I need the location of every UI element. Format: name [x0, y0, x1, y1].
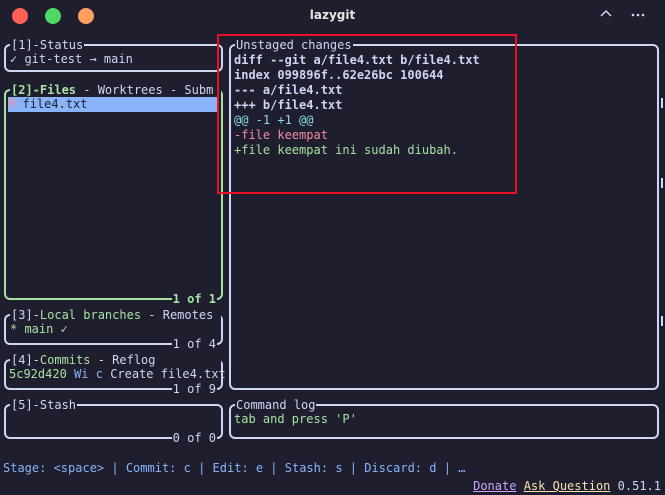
commit-item[interactable]: 5c92d420 Wi c Create file4.txt [9, 367, 226, 382]
more-horizontal-icon[interactable] [630, 6, 646, 26]
commit-mark: c [95, 367, 103, 381]
scrollbar-thumb[interactable] [661, 178, 663, 188]
commit-author: Wi [74, 367, 89, 381]
commits-title-active[interactable]: Commits [40, 353, 91, 367]
version-text: 0.51.1 [617, 479, 661, 493]
files-title-rest[interactable]: - Worktrees - Subm [76, 83, 213, 97]
status-panel[interactable]: [1]-Status ✓ git-test → main [4, 38, 223, 72]
branch-check: ✓ [53, 322, 68, 336]
command-log-text: tab and press 'P' [234, 412, 357, 426]
branches-panel-footer: 1 of 4 [171, 337, 217, 351]
scrollbar-thumb[interactable] [661, 98, 663, 108]
branch-prefix: * [10, 322, 25, 336]
window-title: lazygit [309, 8, 356, 22]
files-panel[interactable]: [2]-Files - Worktrees - Subm M file4.txt… [4, 83, 223, 306]
branches-title-rest[interactable]: - Remotes [141, 308, 213, 322]
branch-name: main [24, 322, 54, 336]
commits-title-rest[interactable]: - Reflog [90, 353, 156, 367]
stash-panel[interactable]: [5]-Stash 0 of 0 [4, 398, 223, 445]
commit-message: Create file4.txt [110, 367, 226, 381]
statusbar-right: Donate Ask Question 0.51.1 [473, 477, 661, 495]
commits-panel-title: [4]-Commits - Reflog [10, 353, 221, 367]
status-text: ✓ git-test → main [10, 52, 133, 66]
branches-panel[interactable]: [3]-Local branches - Remotes * main ✓ 1 … [4, 308, 223, 351]
branches-title-active[interactable]: Local branches [40, 308, 141, 322]
files-panel-title: [2]-Files - Worktrees - Subm [10, 83, 221, 97]
donate-link[interactable]: Donate [473, 479, 516, 493]
commits-panel-footer: 1 of 9 [171, 382, 217, 396]
commits-title-num: [4]- [11, 353, 40, 367]
file-name: file4.txt [22, 97, 88, 111]
ask-question-link[interactable]: Ask Question [524, 479, 611, 493]
commit-hash: 5c92d420 [9, 367, 67, 381]
keybinding-hints: Stage: <space> | Commit: c | Edit: e | S… [3, 461, 466, 475]
files-title-active[interactable]: Files [40, 83, 76, 97]
chevron-up-icon[interactable] [598, 6, 614, 26]
file-status-marker: M [8, 97, 16, 111]
highlight-annotation-box [217, 34, 517, 194]
file-item[interactable]: M file4.txt [8, 97, 219, 112]
command-log-title: Command log [235, 398, 317, 412]
branches-title-num: [3]- [11, 308, 40, 322]
command-log-panel[interactable]: Command log tab and press 'P' [229, 398, 659, 439]
files-title-num: [2]- [11, 83, 40, 97]
keybinding-status-bar: Stage: <space> | Commit: c | Edit: e | S… [0, 441, 665, 493]
scrollbar-thumb[interactable] [661, 316, 663, 326]
branches-panel-title: [3]-Local branches - Remotes [10, 308, 221, 322]
branch-item[interactable]: * main ✓ [10, 322, 68, 337]
stash-panel-title: [5]-Stash [10, 398, 78, 412]
status-panel-title: [1]-Status [10, 38, 85, 52]
commits-panel[interactable]: [4]-Commits - Reflog 5c92d420 Wi c Creat… [4, 353, 226, 396]
files-panel-footer: 1 of 1 [171, 292, 217, 306]
window-titlebar: lazygit [0, 0, 665, 32]
